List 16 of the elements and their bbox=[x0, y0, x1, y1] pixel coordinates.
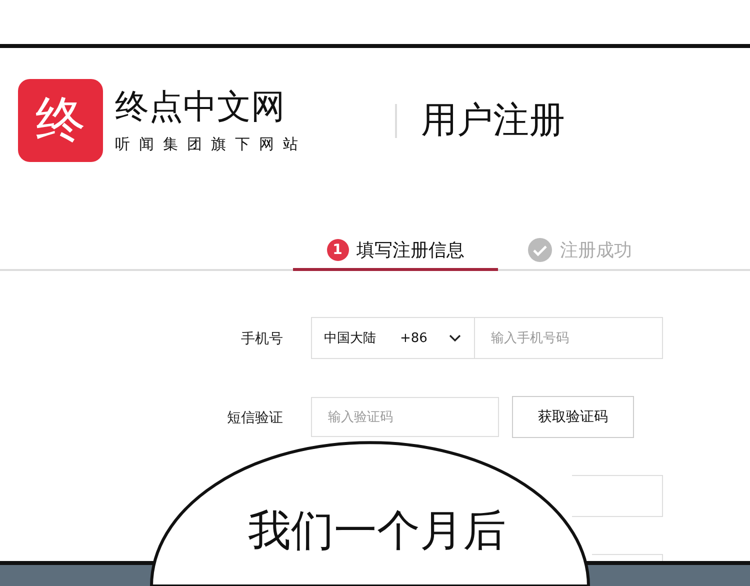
brand-name: 终点中文网 bbox=[115, 87, 286, 127]
speech-text: 我们一个月后 bbox=[248, 505, 506, 558]
form-label: 短信验证 bbox=[226, 409, 283, 427]
page-title: 用户注册 bbox=[421, 99, 565, 143]
brand-tagline: 听闻集团旗下网站 bbox=[115, 135, 308, 154]
code-field[interactable]: 输入验证码 bbox=[311, 397, 499, 437]
step-number: 1 bbox=[326, 238, 348, 260]
step-label: 填写注册信息 bbox=[356, 238, 464, 262]
input-field[interactable] bbox=[572, 475, 663, 517]
form-label: 手机号 bbox=[240, 330, 283, 348]
step-label: 注册成功 bbox=[560, 238, 632, 262]
phone-field[interactable]: 输入手机号码 bbox=[475, 317, 663, 359]
get-code-button[interactable]: 获取验证码 bbox=[512, 396, 634, 438]
check-icon bbox=[528, 238, 552, 262]
region-select[interactable]: 中国大陆 +86 bbox=[311, 317, 475, 359]
app-logo: 终 bbox=[18, 79, 103, 162]
